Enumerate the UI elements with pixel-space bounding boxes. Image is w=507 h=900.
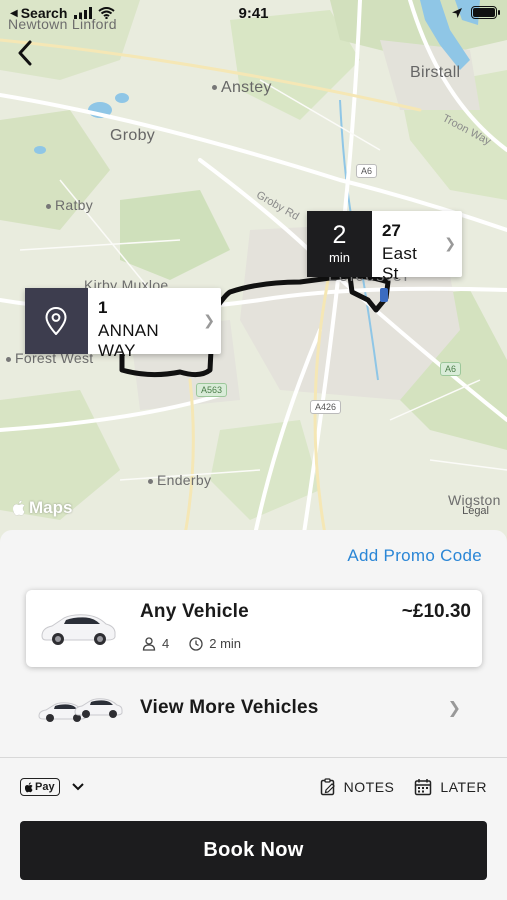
status-time: 9:41 [238,5,269,22]
passenger-icon [142,636,156,651]
view-more-vehicles-label: View More Vehicles [140,697,319,718]
calendar-icon [415,779,432,796]
notes-icon [320,778,335,796]
schedule-later-button[interactable]: LATER [414,778,487,796]
eta-unit: min [329,250,350,265]
clock-icon [189,636,203,651]
payment-method-selector[interactable]: Pay [20,778,84,796]
destination-street: East St [381,244,418,283]
road-shield-a6: A6 [356,164,378,178]
vehicle-name: Any Vehicle [140,601,249,622]
apple-logo-icon [25,781,33,792]
booking-sheet: Add Promo Code Any Vehicle ~£10.30 4 2 m… [0,530,507,900]
place-anstey: Anstey [212,79,272,97]
book-now-button[interactable]: Book Now [20,821,487,880]
destination-callout[interactable]: 2 min 27 East St ❯ [307,211,462,283]
maps-label: Maps [29,498,73,517]
legal-link[interactable]: Legal [462,505,489,517]
maps-attribution[interactable]: Maps [13,498,72,518]
eta-tile: 2 min [307,211,372,277]
origin-street: ANNAN WAY [97,321,159,360]
divider [0,757,507,758]
apple-pay-badge: Pay [20,778,60,796]
chevron-down-icon [71,783,84,791]
chevron-right-icon: ❯ [444,235,456,251]
place-enderby: Enderby [148,472,211,488]
origin-pin-tile [25,288,88,354]
location-pin-icon [45,307,67,335]
cars-icon [38,698,123,722]
chevron-left-icon [18,40,32,66]
chevron-right-icon: ❯ [447,700,461,717]
apple-logo-icon [13,500,25,516]
origin-number: 1 [97,298,108,317]
later-label: LATER [440,779,487,795]
road-shield-a6-south: A6 [440,362,462,376]
car-icon [41,614,116,645]
map-view[interactable]: Newtown Linford Anstey Birstall Groby Ra… [0,0,507,560]
place-birstall: Birstall [410,64,461,81]
place-ratby: Ratby [46,197,93,213]
battery-icon [471,6,500,19]
place-groby: Groby [110,127,156,144]
vehicle-eta: 2 min [209,636,242,651]
destination-number: 27 [381,221,401,240]
vehicle-price: ~£10.30 [401,601,471,622]
view-more-vehicles-row[interactable]: View More Vehicles ❯ [0,676,507,740]
chevron-right-icon: ❯ [203,312,215,328]
payment-method-label: Pay [35,781,55,793]
location-arrow-icon [452,7,462,18]
status-bar: ◀ Search 9:41 [0,0,507,28]
road-shield-a563: A563 [196,383,228,397]
vehicle-seats: 4 [162,636,170,651]
notes-label: NOTES [343,779,395,795]
vehicle-option-any[interactable]: Any Vehicle ~£10.30 4 2 min [26,590,482,667]
road-shield-a426: A426 [310,400,342,414]
origin-callout[interactable]: 1 ANNAN WAY ❯ [25,288,221,360]
add-promo-code-link[interactable]: Add Promo Code [347,546,482,566]
back-button[interactable] [12,36,38,70]
eta-value: 2 [332,221,347,249]
notes-button[interactable]: NOTES [320,778,395,796]
